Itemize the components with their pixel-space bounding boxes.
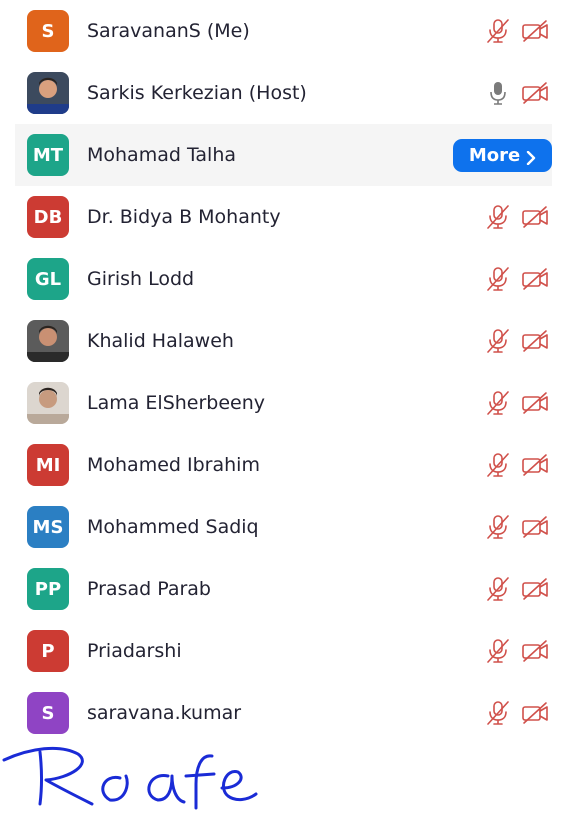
video-off-icon[interactable] bbox=[521, 205, 549, 229]
more-button-label: More bbox=[468, 145, 521, 166]
avatar: MI bbox=[27, 444, 69, 486]
avatar: GL bbox=[27, 258, 69, 300]
video-off-icon[interactable] bbox=[521, 81, 549, 105]
participant-name: Girish Lodd bbox=[87, 268, 195, 290]
photo-avatar-icon bbox=[27, 320, 69, 362]
participant-row[interactable]: DB Dr. Bidya B Mohanty bbox=[15, 186, 552, 248]
microphone-muted-icon[interactable] bbox=[485, 514, 511, 540]
microphone-muted-icon[interactable] bbox=[485, 700, 511, 726]
handwritten-signature bbox=[2, 746, 258, 810]
participant-row[interactable]: S SaravananS (Me) bbox=[15, 0, 552, 62]
participant-name: Priadarshi bbox=[87, 640, 182, 662]
avatar: DB bbox=[27, 196, 69, 238]
avatar: P bbox=[27, 630, 69, 672]
avatar: MT bbox=[27, 134, 69, 176]
participant-row[interactable]: MS Mohammed Sadiq bbox=[15, 496, 552, 558]
photo-avatar-icon bbox=[27, 72, 69, 114]
participant-name: Dr. Bidya B Mohanty bbox=[87, 206, 281, 228]
participant-name: Khalid Halaweh bbox=[87, 330, 234, 352]
video-off-icon[interactable] bbox=[521, 701, 549, 725]
avatar: S bbox=[27, 692, 69, 734]
participant-row[interactable]: PP Prasad Parab bbox=[15, 558, 552, 620]
microphone-muted-icon[interactable] bbox=[485, 576, 511, 602]
participant-name: Mohamed Ibrahim bbox=[87, 454, 260, 476]
participant-name: Lama ElSherbeeny bbox=[87, 392, 266, 414]
microphone-muted-icon[interactable] bbox=[485, 638, 511, 664]
avatar: PP bbox=[27, 568, 69, 610]
participant-name: SaravananS (Me) bbox=[87, 20, 250, 42]
video-off-icon[interactable] bbox=[521, 267, 549, 291]
microphone-muted-icon[interactable] bbox=[485, 266, 511, 292]
participant-row[interactable]: Sarkis Kerkezian (Host) bbox=[15, 62, 552, 124]
video-off-icon[interactable] bbox=[521, 329, 549, 353]
participant-row[interactable]: MT Mohamad Talha More bbox=[15, 124, 552, 186]
microphone-muted-icon[interactable] bbox=[485, 204, 511, 230]
participant-row[interactable]: Lama ElSherbeeny bbox=[15, 372, 552, 434]
photo-avatar-icon bbox=[27, 382, 69, 424]
microphone-muted-icon[interactable] bbox=[485, 452, 511, 478]
participant-row[interactable]: Khalid Halaweh bbox=[15, 310, 552, 372]
microphone-muted-icon[interactable] bbox=[485, 390, 511, 416]
participant-name: Sarkis Kerkezian (Host) bbox=[87, 82, 307, 104]
video-off-icon[interactable] bbox=[521, 391, 549, 415]
participant-row[interactable]: P Priadarshi bbox=[15, 620, 552, 682]
participant-row[interactable]: GL Girish Lodd bbox=[15, 248, 552, 310]
video-off-icon[interactable] bbox=[521, 515, 549, 539]
avatar: MS bbox=[27, 506, 69, 548]
microphone-icon[interactable] bbox=[485, 80, 511, 106]
video-off-icon[interactable] bbox=[521, 639, 549, 663]
more-button[interactable]: More bbox=[453, 139, 552, 172]
participant-name: Mohammed Sadiq bbox=[87, 516, 259, 538]
participant-name: Mohamad Talha bbox=[87, 144, 237, 166]
participant-row[interactable]: MI Mohamed Ibrahim bbox=[15, 434, 552, 496]
avatar: S bbox=[27, 10, 69, 52]
video-off-icon[interactable] bbox=[521, 577, 549, 601]
microphone-muted-icon[interactable] bbox=[485, 328, 511, 354]
video-off-icon[interactable] bbox=[521, 19, 549, 43]
microphone-muted-icon[interactable] bbox=[485, 18, 511, 44]
participant-name: Prasad Parab bbox=[87, 578, 211, 600]
video-off-icon[interactable] bbox=[521, 453, 549, 477]
chevron-right-icon bbox=[526, 149, 536, 165]
